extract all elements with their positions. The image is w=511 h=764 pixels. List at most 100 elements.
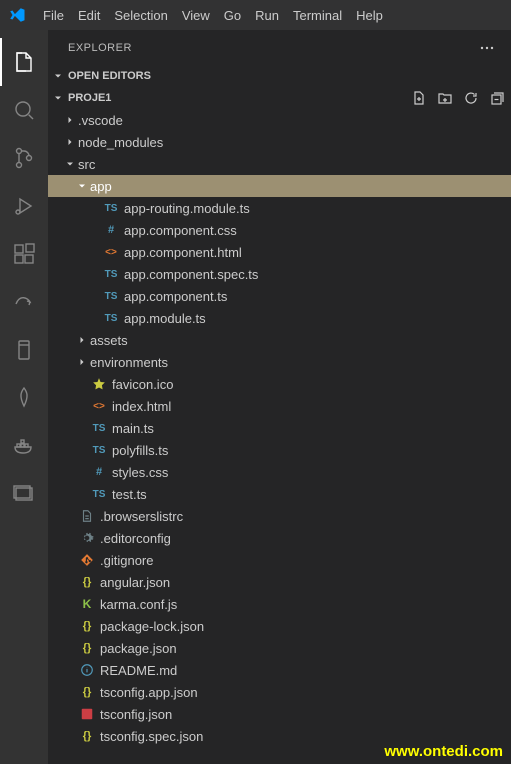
- activity-source-control-icon[interactable]: [0, 134, 48, 182]
- file-row[interactable]: <>app.component.html: [48, 241, 511, 263]
- file-row[interactable]: TSapp.component.ts: [48, 285, 511, 307]
- file-label: index.html: [112, 399, 171, 414]
- chevron-down-icon: [50, 92, 66, 104]
- chevron-right-icon[interactable]: [74, 354, 90, 370]
- file-label: tsconfig.app.json: [100, 685, 198, 700]
- chevron-right-icon[interactable]: [74, 332, 90, 348]
- file-row[interactable]: .browserslistrc: [48, 505, 511, 527]
- ts-file-icon: TS: [102, 266, 120, 282]
- menu-selection[interactable]: Selection: [107, 0, 174, 30]
- file-row[interactable]: tsconfig.json: [48, 703, 511, 725]
- new-file-icon[interactable]: [411, 90, 427, 106]
- file-label: package.json: [100, 641, 177, 656]
- file-row[interactable]: <>index.html: [48, 395, 511, 417]
- file-row[interactable]: {} package-lock.json: [48, 615, 511, 637]
- folder-label: environments: [90, 355, 168, 370]
- json-file-icon: {}: [78, 574, 96, 590]
- menu-help[interactable]: Help: [349, 0, 390, 30]
- file-row[interactable]: README.md: [48, 659, 511, 681]
- more-actions-icon[interactable]: [475, 36, 499, 60]
- chevron-down-icon[interactable]: [62, 156, 78, 172]
- file-row[interactable]: TS app-routing.module.ts: [48, 197, 511, 219]
- folder-label: app: [90, 179, 112, 194]
- activity-extensions-icon[interactable]: [0, 230, 48, 278]
- file-label: package-lock.json: [100, 619, 204, 634]
- file-label: app.module.ts: [124, 311, 206, 326]
- folder-label: src: [78, 157, 95, 172]
- menu-edit[interactable]: Edit: [71, 0, 107, 30]
- ts-file-icon: TS: [102, 310, 120, 326]
- folder-label: node_modules: [78, 135, 163, 150]
- chevron-right-icon[interactable]: [62, 134, 78, 150]
- menu-go[interactable]: Go: [217, 0, 248, 30]
- refresh-icon[interactable]: [463, 90, 479, 106]
- activity-search-icon[interactable]: [0, 86, 48, 134]
- file-row[interactable]: favicon.ico: [48, 373, 511, 395]
- menubar: FileEditSelectionViewGoRunTerminalHelp: [0, 0, 511, 30]
- file-label: tsconfig.spec.json: [100, 729, 203, 744]
- ts-file-icon: TS: [102, 200, 120, 216]
- json-file-icon: {}: [78, 618, 96, 634]
- file-label: polyfills.ts: [112, 443, 168, 458]
- explorer-header: EXPLORER: [48, 30, 511, 65]
- file-row[interactable]: {}angular.json: [48, 571, 511, 593]
- menu-view[interactable]: View: [175, 0, 217, 30]
- file-label: README.md: [100, 663, 177, 678]
- activity-device-icon[interactable]: [0, 326, 48, 374]
- file-row[interactable]: {}tsconfig.app.json: [48, 681, 511, 703]
- watermark-text: www.ontedi.com: [384, 743, 503, 760]
- chevron-down-icon[interactable]: [74, 178, 90, 194]
- activity-docker-icon[interactable]: [0, 422, 48, 470]
- activity-share-icon[interactable]: [0, 278, 48, 326]
- activity-explorer-icon[interactable]: [0, 38, 48, 86]
- hash-file-icon: #: [90, 464, 108, 480]
- project-actions: [411, 90, 505, 106]
- project-section[interactable]: PROJE1: [48, 87, 511, 109]
- open-editors-section[interactable]: OPEN EDITORS: [48, 65, 511, 87]
- activity-mongodb-icon[interactable]: [0, 374, 48, 422]
- folder-row[interactable]: environments: [48, 351, 511, 373]
- menu-run[interactable]: Run: [248, 0, 286, 30]
- explorer-sidebar: EXPLORER OPEN EDITORS PROJE1: [48, 30, 511, 764]
- gear-file-icon: [78, 530, 96, 546]
- file-row[interactable]: TS app.component.spec.ts: [48, 263, 511, 285]
- activity-window-icon[interactable]: [0, 470, 48, 518]
- collapse-all-icon[interactable]: [489, 90, 505, 106]
- new-folder-icon[interactable]: [437, 90, 453, 106]
- project-name-label: PROJE1: [68, 92, 111, 104]
- file-label: .editorconfig: [100, 531, 171, 546]
- file-row[interactable]: TStest.ts: [48, 483, 511, 505]
- activity-debug-icon[interactable]: [0, 182, 48, 230]
- folder-row[interactable]: assets: [48, 329, 511, 351]
- file-label: favicon.ico: [112, 377, 173, 392]
- file-row[interactable]: TSpolyfills.ts: [48, 439, 511, 461]
- folder-row[interactable]: .vscode: [48, 109, 511, 131]
- folder-row[interactable]: src: [48, 153, 511, 175]
- file-row[interactable]: TSmain.ts: [48, 417, 511, 439]
- file-label: .gitignore: [100, 553, 153, 568]
- file-tree[interactable]: .vscode node_modulessrc app TS app-routing.m…: [48, 109, 511, 764]
- file-row[interactable]: Kkarma.conf.js: [48, 593, 511, 615]
- menu-terminal[interactable]: Terminal: [286, 0, 349, 30]
- folder-label: assets: [90, 333, 128, 348]
- file-row[interactable]: .editorconfig: [48, 527, 511, 549]
- activity-bar: [0, 30, 48, 764]
- doc-file-icon: [78, 508, 96, 524]
- explorer-title: EXPLORER: [68, 42, 132, 54]
- folder-label: .vscode: [78, 113, 123, 128]
- file-row[interactable]: {} package.json: [48, 637, 511, 659]
- file-row[interactable]: TS app.module.ts: [48, 307, 511, 329]
- folder-row[interactable]: app: [48, 175, 511, 197]
- chevron-right-icon[interactable]: [62, 112, 78, 128]
- folder-row[interactable]: node_modules: [48, 131, 511, 153]
- file-row[interactable]: .gitignore: [48, 549, 511, 571]
- menu-file[interactable]: File: [36, 0, 71, 30]
- git-file-icon: [78, 552, 96, 568]
- file-row[interactable]: #app.component.css: [48, 219, 511, 241]
- file-label: app-routing.module.ts: [124, 201, 250, 216]
- chevron-down-icon: [50, 70, 66, 82]
- json-file-icon: {}: [78, 640, 96, 656]
- file-label: app.component.spec.ts: [124, 267, 258, 282]
- file-label: main.ts: [112, 421, 154, 436]
- file-row[interactable]: #styles.css: [48, 461, 511, 483]
